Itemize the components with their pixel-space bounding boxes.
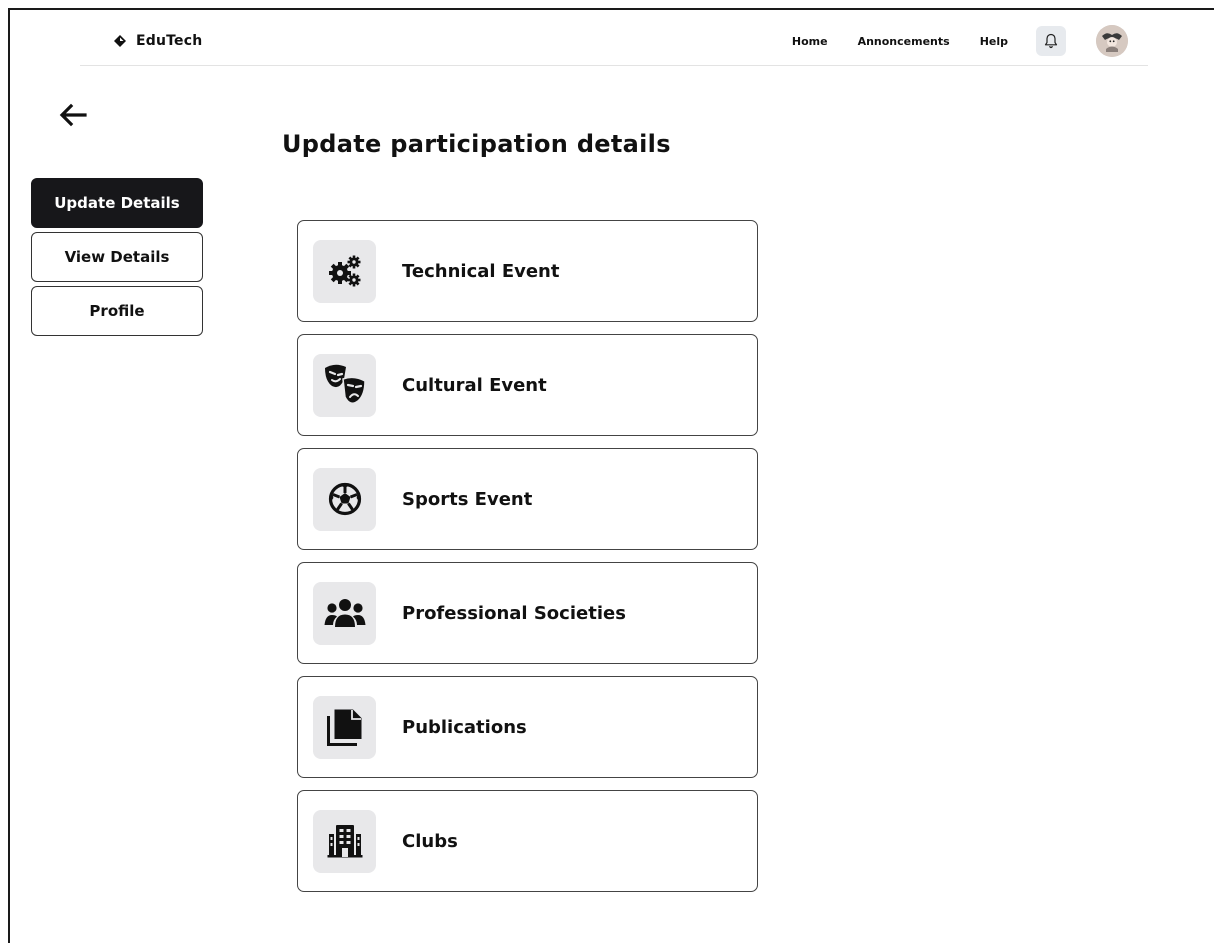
- soccer-ball-icon: [328, 482, 361, 516]
- brand-logo-icon: [114, 35, 126, 47]
- update-details-button[interactable]: Update Details: [31, 178, 203, 228]
- arrow-left-icon: [59, 103, 87, 127]
- clubs-label: Clubs: [402, 830, 458, 852]
- notifications-button[interactable]: [1036, 26, 1066, 56]
- user-avatar[interactable]: [1096, 25, 1128, 57]
- building-icon: [327, 825, 362, 858]
- bell-icon: [1044, 33, 1058, 49]
- event-category-list: Technical Event Cultural Event Sports Ev…: [297, 220, 758, 904]
- sports-event-card[interactable]: Sports Event: [297, 448, 758, 550]
- clubs-card[interactable]: Clubs: [297, 790, 758, 892]
- avatar-icon: [1096, 25, 1128, 57]
- nav-help-link[interactable]: Help: [980, 35, 1008, 48]
- technical-event-card[interactable]: Technical Event: [297, 220, 758, 322]
- card-icon-tile: [313, 809, 376, 873]
- cultural-event-card[interactable]: Cultural Event: [297, 334, 758, 436]
- nav-home-link[interactable]: Home: [792, 35, 828, 48]
- app-frame: EduTech Home Annoncements Help Update pa…: [8, 8, 1214, 943]
- side-nav: Update Details View Details Profile: [31, 178, 203, 340]
- sports-event-label: Sports Event: [402, 488, 533, 510]
- top-bar: EduTech Home Annoncements Help: [80, 22, 1148, 66]
- people-group-icon: [324, 599, 365, 627]
- card-icon-tile: [313, 695, 376, 759]
- card-icon-tile: [313, 353, 376, 417]
- professional-societies-label: Professional Societies: [402, 602, 626, 624]
- profile-button[interactable]: Profile: [31, 286, 203, 336]
- documents-icon: [326, 709, 361, 746]
- gears-icon: [328, 255, 360, 287]
- back-button[interactable]: [58, 102, 88, 128]
- cultural-event-label: Cultural Event: [402, 374, 547, 396]
- theater-masks-icon: [324, 364, 366, 404]
- card-icon-tile: [313, 581, 376, 645]
- publications-label: Publications: [402, 716, 527, 738]
- nav-announcements-link[interactable]: Annoncements: [858, 35, 950, 48]
- publications-card[interactable]: Publications: [297, 676, 758, 778]
- card-icon-tile: [313, 239, 376, 303]
- view-details-button[interactable]: View Details: [31, 232, 203, 282]
- brand-name: EduTech: [136, 33, 203, 49]
- page-title: Update participation details: [282, 130, 671, 158]
- top-nav: Home Annoncements Help: [792, 24, 1128, 58]
- card-icon-tile: [313, 467, 376, 531]
- professional-societies-card[interactable]: Professional Societies: [297, 562, 758, 664]
- brand[interactable]: EduTech: [114, 30, 202, 52]
- technical-event-label: Technical Event: [402, 260, 560, 282]
